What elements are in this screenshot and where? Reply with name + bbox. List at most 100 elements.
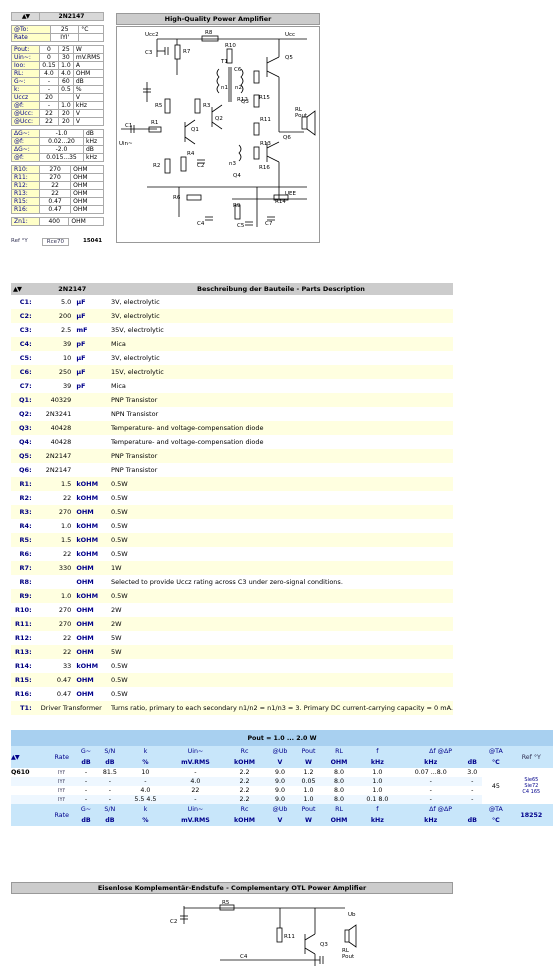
- table-row: R11: 270 OHM 2W: [11, 617, 453, 631]
- schematic-label: n2: [235, 85, 242, 91]
- spec-model: 2N2147: [39, 12, 104, 21]
- table-row: C5: 10 µF 3V, electrolytic: [11, 351, 453, 365]
- part-unit: OHM: [73, 575, 109, 589]
- sort-arrows-icon[interactable]: ▲▼: [11, 12, 40, 21]
- spec-label: R10:: [11, 165, 40, 174]
- spec-label: R12:: [11, 181, 40, 190]
- part-value: 22: [35, 645, 74, 659]
- perf-cell: -: [75, 795, 97, 804]
- perf-rate: IYI': [47, 777, 76, 786]
- part-description: 15V, electrolytic: [108, 365, 453, 379]
- perf-unit: dB: [462, 815, 483, 826]
- spec-value-min: -: [39, 77, 59, 86]
- perf-ref-link[interactable]: Ref °Y: [509, 746, 553, 768]
- spec-label: @f:: [11, 137, 40, 146]
- spec-unit: dB: [72, 77, 105, 86]
- perf-unit: kHz: [399, 815, 463, 826]
- ref-link[interactable]: Ref °Y: [11, 238, 28, 246]
- part-name: R6:: [11, 547, 36, 561]
- bottom-schematic-label: R5: [222, 900, 230, 906]
- part-description: Mica: [108, 337, 453, 351]
- part-unit: OHM: [73, 687, 109, 701]
- perf-note[interactable]: C4 165: [510, 789, 553, 795]
- perf-cell: -: [96, 786, 124, 795]
- table-row: R3: 270 OHM 0.5W: [11, 505, 453, 519]
- schematic-label: R15: [259, 95, 270, 101]
- spec-unit: OHM: [70, 165, 104, 174]
- part-value: 22: [35, 547, 74, 561]
- part-value: 270: [35, 617, 74, 631]
- perf-cell: -: [462, 777, 483, 786]
- part-description: 2W: [108, 617, 453, 631]
- perf-cell: 2.2: [223, 786, 266, 795]
- part-unit: kOHM: [73, 659, 109, 673]
- perf-cell: 4.0: [167, 777, 224, 786]
- part-description: 0.5W: [108, 673, 453, 687]
- spec-unit: V: [72, 93, 105, 102]
- parts-sort-icon[interactable]: ▲▼: [11, 283, 36, 295]
- schematic-label: C4: [197, 221, 205, 227]
- spec-label: R11:: [11, 173, 40, 182]
- perf-cell: 8.0: [322, 777, 356, 786]
- part-unit: [73, 393, 109, 407]
- part-value: 330: [35, 561, 74, 575]
- spec-unit: V: [72, 117, 105, 126]
- perf-unit: dB: [75, 757, 97, 768]
- schematic-label: R10: [225, 43, 236, 49]
- spec-value: -1.0: [39, 129, 84, 138]
- part-description: NPN Transistor: [108, 407, 453, 421]
- perf-cell: 1.0: [355, 786, 400, 795]
- part-value: [35, 575, 74, 589]
- perf-cell: 2.2: [223, 795, 266, 804]
- part-name: R2:: [11, 491, 36, 505]
- spec-unit: %: [72, 85, 105, 94]
- part-description: 5W: [108, 631, 453, 645]
- schematic-label: Q3: [241, 99, 249, 105]
- spec-value-min: 0.15: [39, 61, 59, 70]
- spec-value: 25: [50, 25, 80, 34]
- part-unit: OHM: [73, 617, 109, 631]
- part-unit: µF: [73, 309, 109, 323]
- spec-label: Pout:: [11, 45, 40, 54]
- perf-symbol: f: [355, 746, 400, 757]
- part-name: R11:: [11, 617, 36, 631]
- part-value: 33: [35, 659, 74, 673]
- perf-symbol: Δf @ΔP: [399, 746, 483, 757]
- part-value: 10: [35, 351, 74, 365]
- part-unit: [73, 435, 109, 449]
- perf-cell: -: [399, 786, 463, 795]
- schematic-label: C1: [125, 123, 132, 129]
- table-row: R8: OHM Selected to provide Uccz rating ac…: [11, 575, 453, 589]
- perf-model: [11, 795, 48, 804]
- spec-value-max: 20: [57, 117, 74, 126]
- schematic-label: Pout: [295, 113, 308, 119]
- perf-symbol: @TA: [482, 746, 510, 757]
- part-value: 2N3241: [35, 407, 74, 421]
- spec-value: 400: [38, 217, 70, 226]
- part-value: 0.47: [35, 687, 74, 701]
- perf-unit: dB: [96, 815, 124, 826]
- part-description: PNP Transistor: [108, 449, 453, 463]
- spec-label: @f:: [11, 101, 40, 110]
- part-value: 270: [35, 505, 74, 519]
- part-value: 1.5: [35, 533, 74, 547]
- spec-value: 0.02...20: [39, 137, 84, 146]
- spec-unit: OHM: [70, 205, 104, 214]
- part-unit: kOHM: [73, 477, 109, 491]
- schematic-label: Uin~: [119, 141, 133, 147]
- perf-cell: 8.0: [322, 795, 356, 804]
- schematic-label: Q5: [285, 55, 293, 61]
- spec-value-min: -: [39, 85, 59, 94]
- part-value: 0.47: [35, 673, 74, 687]
- spec-label: @To:: [10, 25, 52, 34]
- spec-unit: kHz: [72, 101, 105, 110]
- perf-cell: 4.0: [123, 786, 168, 795]
- part-description: 0.5W: [108, 687, 453, 701]
- table-row: R14: 33 kOHM 0.5W: [11, 659, 453, 673]
- schematic-label: R1: [151, 120, 158, 126]
- spec-value-max: 30: [57, 53, 74, 62]
- part-name: R1:: [11, 477, 36, 491]
- spec-value-max: 20: [57, 109, 74, 118]
- perf-sort-icon[interactable]: ▲▼: [11, 746, 48, 768]
- perf-symbol: G~: [75, 746, 97, 757]
